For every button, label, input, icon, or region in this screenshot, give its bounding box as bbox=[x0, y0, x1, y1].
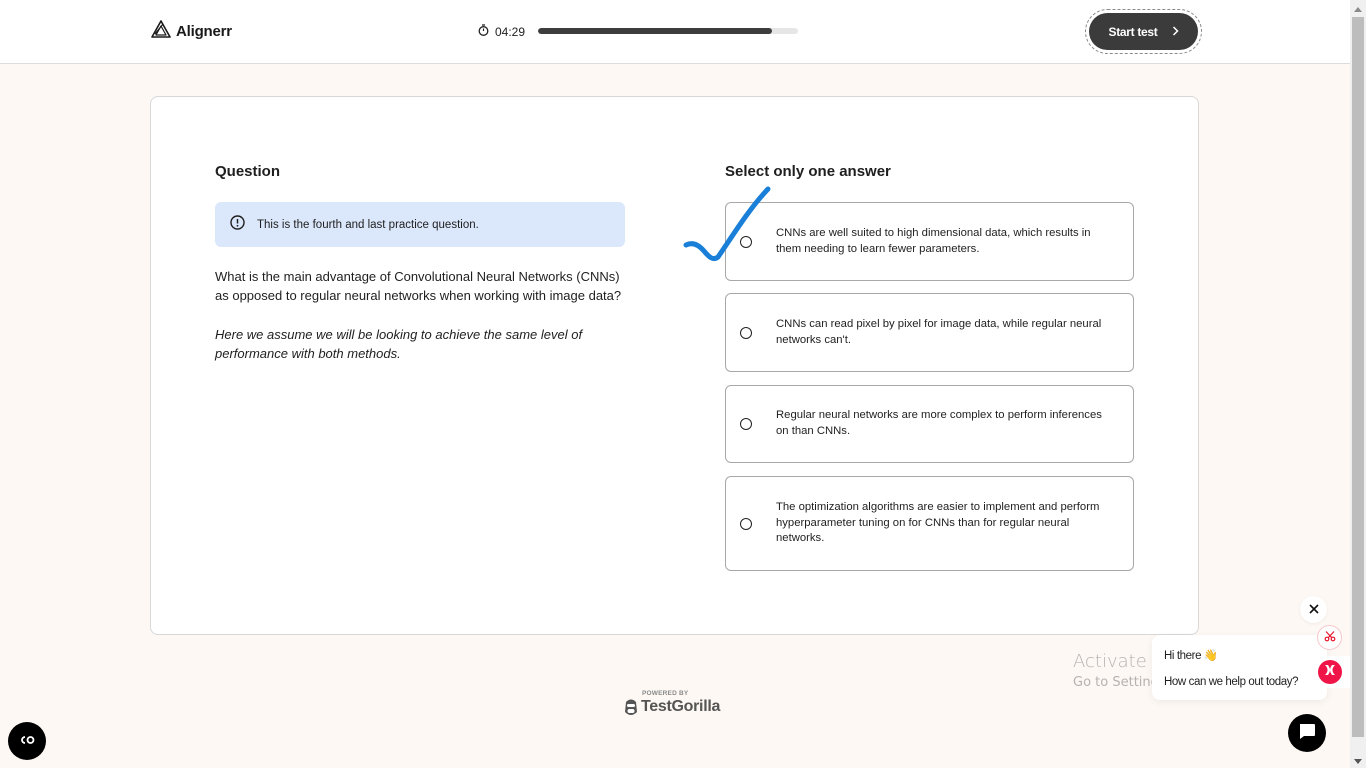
extension-button[interactable] bbox=[1318, 660, 1342, 684]
radio-button[interactable] bbox=[740, 326, 752, 339]
timer-value: 04:29 bbox=[495, 25, 526, 39]
radio-button[interactable] bbox=[740, 517, 752, 530]
progress-bar bbox=[538, 28, 798, 34]
aligner-triangle-icon bbox=[151, 20, 171, 43]
chat-launcher-button[interactable] bbox=[1288, 714, 1326, 752]
question-note: Here we assume we will be looking to ach… bbox=[215, 326, 583, 361]
answer-text: CNNs are well suited to high dimensional… bbox=[776, 226, 1091, 255]
captions-icon bbox=[18, 732, 36, 750]
question-text: What is the main advantage of Convolutio… bbox=[215, 269, 622, 304]
scroll-down-button[interactable] bbox=[1350, 752, 1366, 768]
question-panel: Question This is the fourth and last pra… bbox=[215, 163, 625, 363]
question-heading: Question bbox=[215, 163, 281, 180]
chat-greeting: Hi there 👋 bbox=[1164, 650, 1218, 662]
brand-name: TestGorilla bbox=[641, 698, 721, 715]
start-test-label: Start test bbox=[1108, 24, 1158, 39]
question-card: Question This is the fourth and last pra… bbox=[150, 96, 1199, 635]
answer-option-1[interactable]: CNNs are well suited to high dimensional… bbox=[725, 202, 1134, 281]
close-icon bbox=[1308, 601, 1319, 619]
start-test-button[interactable]: Start test bbox=[1089, 13, 1198, 50]
radio-button[interactable] bbox=[740, 235, 752, 248]
arrow-down-icon bbox=[1354, 751, 1362, 768]
captions-toggle-button[interactable] bbox=[8, 722, 46, 760]
stopwatch-icon bbox=[478, 23, 489, 41]
progress-fill bbox=[538, 28, 772, 34]
answer-text: CNNs can read pixel by pixel for image d… bbox=[776, 317, 1102, 346]
answer-text: The optimization algorithms are easier t… bbox=[776, 500, 1100, 545]
page: Alignerr 04:29 Start test Question This … bbox=[0, 0, 1350, 768]
answer-text: Regular neural networks are more complex… bbox=[776, 409, 1102, 437]
answer-option-3[interactable]: Regular neural networks are more complex… bbox=[725, 385, 1134, 463]
answer-options: CNNs are well suited to high dimensional… bbox=[725, 202, 1135, 571]
chat-icon bbox=[1297, 721, 1317, 746]
alert-circle-icon bbox=[230, 214, 245, 235]
logo-text: Alignerr bbox=[176, 23, 232, 40]
top-bar: Alignerr 04:29 Start test bbox=[0, 0, 1350, 64]
page-scrollbar[interactable] bbox=[1350, 0, 1366, 768]
powered-by-label: POWERED BY bbox=[642, 690, 689, 697]
chevron-right-icon bbox=[1172, 25, 1179, 39]
chat-prompt: How can we help out today? bbox=[1164, 676, 1299, 688]
notice-text: This is the fourth and last practice que… bbox=[257, 218, 479, 231]
logo: Alignerr bbox=[151, 20, 232, 43]
timer: 04:29 bbox=[478, 23, 525, 41]
chat-close-button[interactable] bbox=[1300, 596, 1327, 623]
answer-option-2[interactable]: CNNs can read pixel by pixel for image d… bbox=[725, 293, 1134, 372]
scissors-icon bbox=[1324, 629, 1336, 647]
answer-option-4[interactable]: The optimization algorithms are easier t… bbox=[725, 476, 1134, 571]
scroll-thumb[interactable] bbox=[1352, 17, 1364, 737]
answers-panel: Select only one answer CNNs are well sui… bbox=[725, 163, 1135, 571]
answers-heading: Select only one answer bbox=[725, 163, 891, 180]
extension-x-icon bbox=[1324, 663, 1336, 681]
screenshot-tool-button[interactable] bbox=[1317, 625, 1342, 650]
gorilla-icon bbox=[624, 698, 638, 722]
chat-greeting-bubble[interactable]: Hi there 👋 How can we help out today? bbox=[1152, 635, 1327, 700]
start-test-focus-ring: Start test bbox=[1085, 9, 1202, 54]
arrow-up-icon bbox=[1354, 0, 1362, 17]
practice-notice: This is the fourth and last practice que… bbox=[215, 202, 625, 247]
radio-button[interactable] bbox=[740, 418, 752, 430]
scroll-up-button[interactable] bbox=[1350, 0, 1366, 16]
